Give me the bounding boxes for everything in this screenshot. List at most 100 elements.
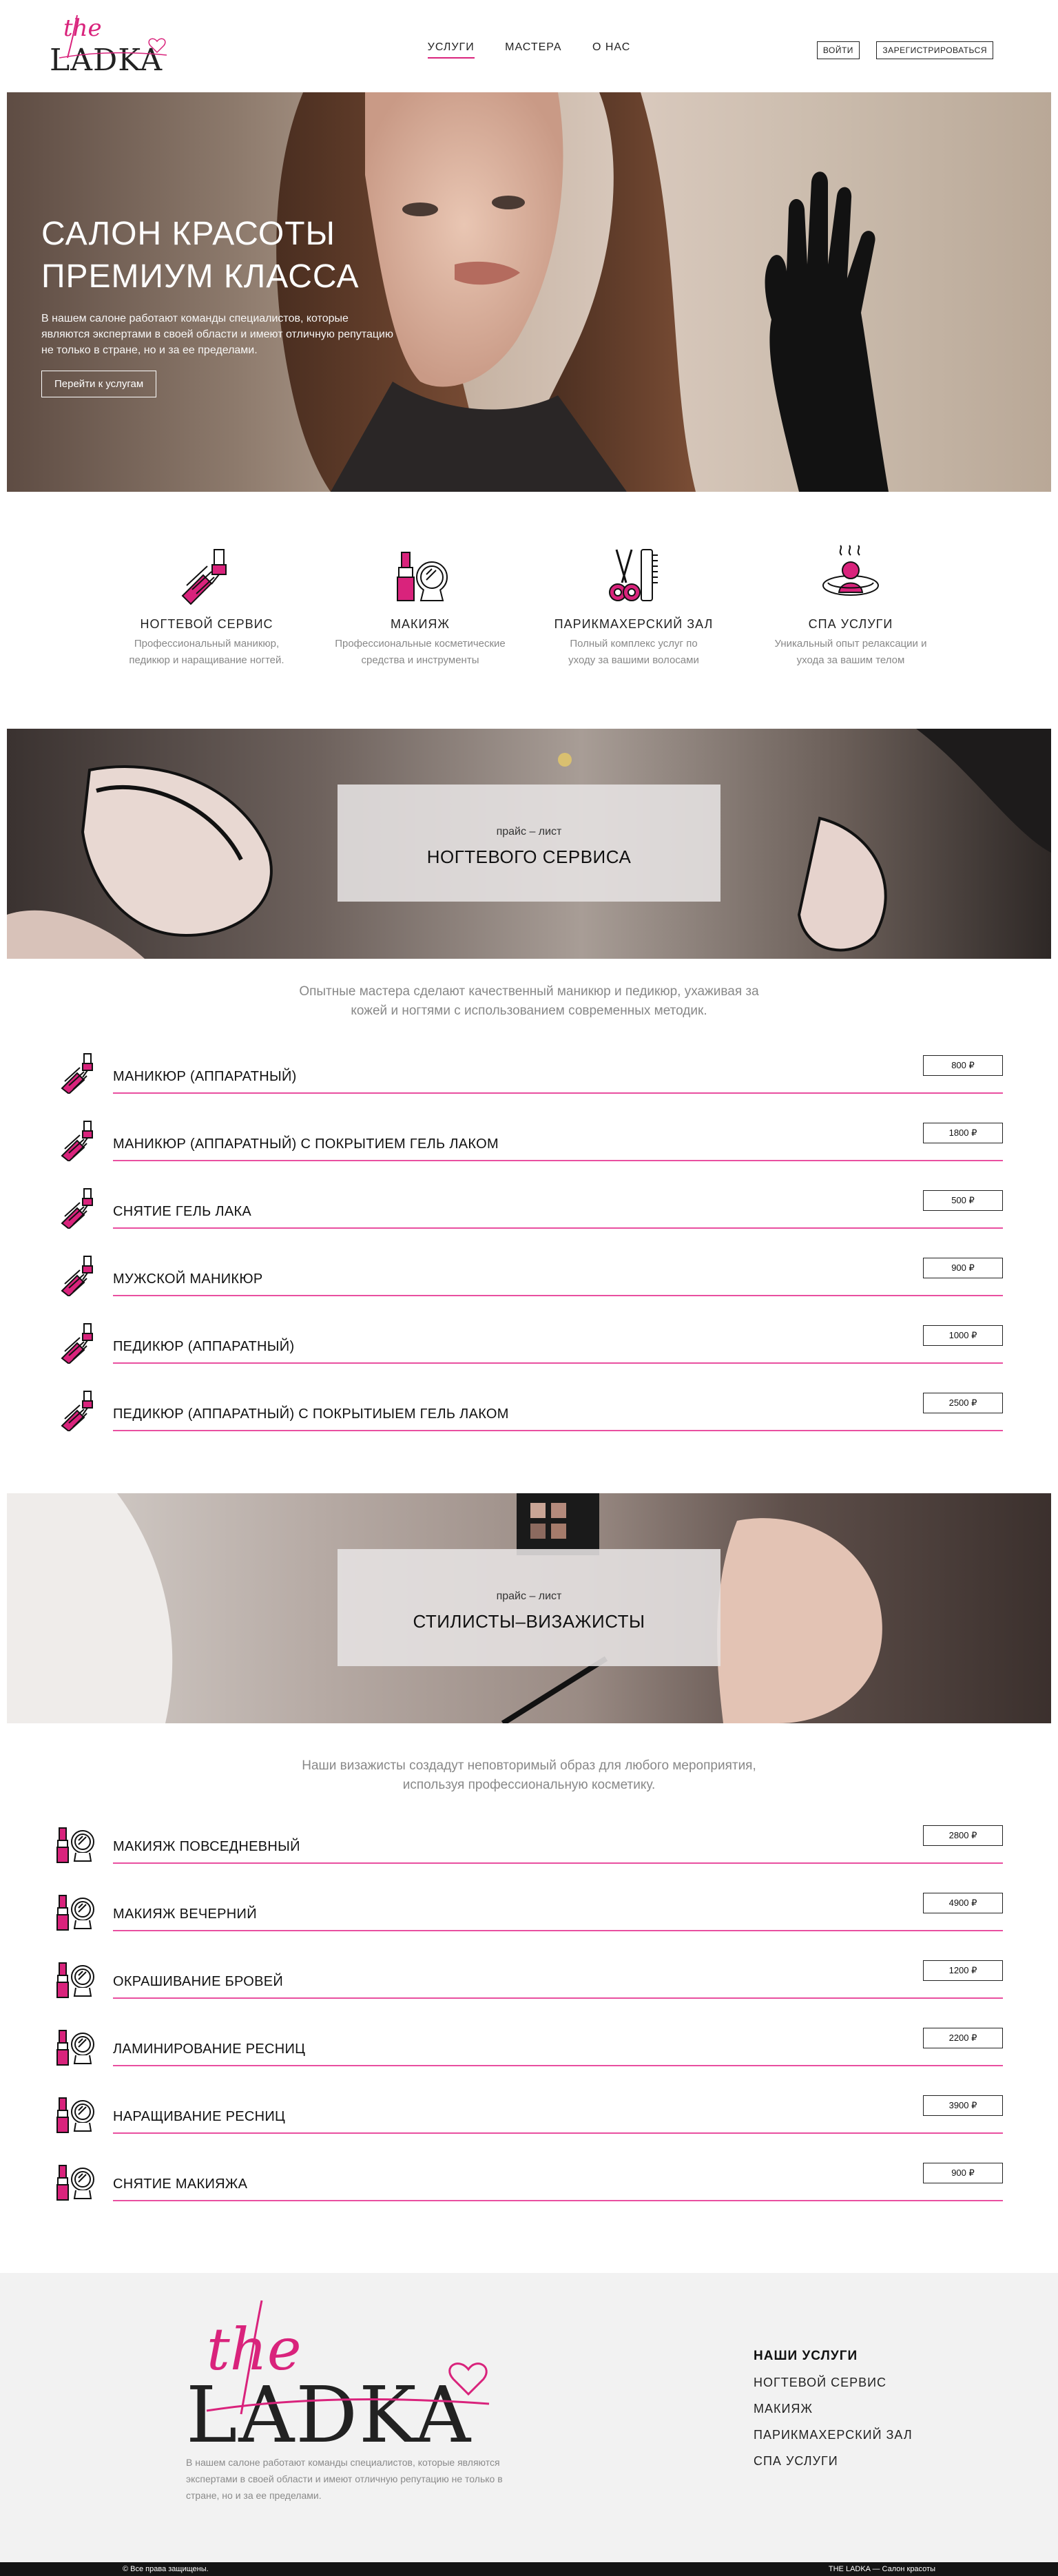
nail-polish-hand-icon <box>181 549 227 605</box>
price-row[interactable]: МАКИЯЖ ПОВСЕДНЕВНЫЙ 2800 ₽ <box>52 1811 1003 1879</box>
scissors-comb-icon <box>609 549 658 601</box>
row-divider <box>113 1160 1003 1161</box>
footer-logo-word: LADKA <box>186 2371 472 2452</box>
price-tag: 2500 ₽ <box>923 1393 1003 1413</box>
price-tag: 900 ₽ <box>923 2163 1003 2183</box>
footer-link-makeup[interactable]: МАКИЯЖ <box>754 2402 913 2416</box>
price-tag: 800 ₽ <box>923 1055 1003 1076</box>
price-tag: 4900 ₽ <box>923 1893 1003 1913</box>
footer-link-nails[interactable]: НОГТЕВОЙ СЕРВИС <box>754 2376 913 2390</box>
price-row[interactable]: ОКРАШИВАНИЕ БРОВЕЙ 1200 ₽ <box>52 1946 1003 2014</box>
row-divider <box>113 1997 1003 1999</box>
lipstick-mirror-icon <box>397 552 448 601</box>
copyright: © Все права защищены. <box>123 2565 209 2573</box>
price-row[interactable]: НАРАЩИВАНИЕ РЕСНИЦ 3900 ₽ <box>52 2081 1003 2149</box>
service-desc-line: Профессиональный маникюр, <box>134 638 280 650</box>
price-tag: 3900 ₽ <box>923 2095 1003 2116</box>
price-tag: 1200 ₽ <box>923 1960 1003 1981</box>
service-desc-line: ухода за вашим телом <box>796 654 905 666</box>
service-card-nails[interactable]: НОГТЕВОЙ СЕРВИС Профессиональный маникюр… <box>117 544 296 669</box>
makeup-price-list: МАКИЯЖ ПОВСЕДНЕВНЫЙ 2800 ₽ МАКИЯЖ ВЕЧЕРНИЙ… <box>52 1811 1003 2216</box>
row-divider <box>113 1930 1003 1931</box>
makeup-intro: Наши визажисты создадут неповторимый обр… <box>0 1756 1058 1795</box>
page: the LADKA УСЛУГИ МАСТЕРА О НАС ВОЙТИ ЗАР… <box>0 0 1058 2576</box>
row-divider <box>113 1862 1003 1864</box>
price-tag: 1000 ₽ <box>923 1325 1003 1346</box>
service-card-spa[interactable]: СПА УСЛУГИ Уникальный опыт релаксации и … <box>761 544 940 669</box>
hero-text: САЛОН КРАСОТЫ ПРЕМИУМ КЛАССА В нашем сал… <box>41 213 427 397</box>
price-tag: 2200 ₽ <box>923 2028 1003 2048</box>
row-divider <box>113 1430 1003 1431</box>
price-tag: 500 ₽ <box>923 1190 1003 1211</box>
service-desc-line: уходу за вашими волосами <box>568 654 699 666</box>
footer-brand-logo[interactable]: the LADKA <box>186 2294 503 2452</box>
banner-title: НОГТЕВОГО СЕРВИСА <box>426 846 632 867</box>
nav-item-masters[interactable]: МАСТЕРА <box>505 41 561 57</box>
price-row[interactable]: СНЯТИЕ ГЕЛЬ ЛАКА 500 ₽ <box>52 1176 1003 1244</box>
service-name: СНЯТИЕ МАКИЯЖА <box>113 2177 248 2192</box>
service-card-makeup[interactable]: МАКИЯЖ Профессиональные косметические ср… <box>331 544 510 669</box>
service-name: ПЕДИКЮР (АППАРАТНЫЙ) <box>113 1339 295 1354</box>
price-row[interactable]: СНЯТИЕ МАКИЯЖА 900 ₽ <box>52 2149 1003 2216</box>
intro-line: кожей и ногтями с использованием совреме… <box>351 1004 707 1018</box>
service-title: ПАРИКМАХЕРСКИЙ ЗАЛ <box>554 617 714 631</box>
service-name: МУЖСКОЙ МАНИКЮР <box>113 1271 263 1287</box>
nails-intro: Опытные мастера сделают качественный ман… <box>0 982 1058 1021</box>
nails-banner-box: прайс – лист НОГТЕВОГО СЕРВИСА <box>338 785 720 902</box>
price-row[interactable]: МАНИКЮР (АППАРАТНЫЙ) С ПОКРЫТИЕМ ГЕЛЬ ЛА… <box>52 1109 1003 1176</box>
hero-title: САЛОН КРАСОТЫ ПРЕМИУМ КЛАССА <box>41 213 427 298</box>
service-name: МАКИЯЖ ПОВСЕДНЕВНЫЙ <box>113 1839 300 1854</box>
footer-link-hair[interactable]: ПАРИКМАХЕРСКИЙ ЗАЛ <box>754 2428 913 2442</box>
lipstick-mirror-icon <box>56 1822 98 1867</box>
service-description: Профессиональные косметические средства … <box>331 636 510 669</box>
lipstick-mirror-icon <box>56 1890 98 1935</box>
register-button[interactable]: ЗАРЕГИСТРИРОВАТЬСЯ <box>876 41 993 59</box>
lipstick-mirror-icon <box>56 2160 98 2205</box>
service-description: Полный комплекс услуг по уходу за вашими… <box>544 636 723 669</box>
hero-banner: САЛОН КРАСОТЫ ПРЕМИУМ КЛАССА В нашем сал… <box>7 92 1051 492</box>
footer-description: В нашем салоне работают команды специали… <box>186 2457 503 2501</box>
nav-item-services[interactable]: УСЛУГИ <box>427 41 475 59</box>
service-desc-line: Полный комплекс услуг по <box>570 638 698 650</box>
footer-nav: НАШИ УСЛУГИ НОГТЕВОЙ СЕРВИС МАКИЯЖ ПАРИК… <box>754 2349 913 2469</box>
intro-line: Наши визажисты создадут неповторимый обр… <box>302 1758 756 1773</box>
nail-polish-hand-icon <box>56 1390 98 1435</box>
price-tag: 900 ₽ <box>923 1258 1003 1278</box>
service-title: МАКИЯЖ <box>390 617 450 631</box>
hero-title-line-1: САЛОН КРАСОТЫ <box>41 216 335 252</box>
service-desc-line: Профессиональные косметические <box>335 638 506 650</box>
nail-polish-hand-icon <box>56 1120 98 1165</box>
services-section: НОГТЕВОЙ СЕРВИС Профессиональный маникюр… <box>0 544 1058 682</box>
service-desc-line: педикюр и наращивание ногтей. <box>129 654 284 666</box>
spa-person-icon <box>822 545 879 596</box>
service-name: МАНИКЮР (АППАРАТНЫЙ) <box>113 1069 297 1084</box>
service-name: МАКИЯЖ ВЕЧЕРНИЙ <box>113 1907 257 1922</box>
footer-nav-title: НАШИ УСЛУГИ <box>754 2349 858 2363</box>
login-button[interactable]: ВОЙТИ <box>816 41 860 59</box>
service-card-hair[interactable]: ПАРИКМАХЕРСКИЙ ЗАЛ Полный комплекс услуг… <box>544 544 723 669</box>
price-row[interactable]: МАНИКЮР (АППАРАТНЫЙ) 800 ₽ <box>52 1041 1003 1109</box>
service-desc-line: средства и инструменты <box>361 654 479 666</box>
price-row[interactable]: ЛАМИНИРОВАНИЕ РЕСНИЦ 2200 ₽ <box>52 2014 1003 2081</box>
service-name: НАРАЩИВАНИЕ РЕСНИЦ <box>113 2109 286 2124</box>
go-to-services-button[interactable]: Перейти к услугам <box>41 371 157 397</box>
price-row[interactable]: МУЖСКОЙ МАНИКЮР 900 ₽ <box>52 1244 1003 1311</box>
price-row[interactable]: ПЕДИКЮР (АППАРАТНЫЙ) 1000 ₽ <box>52 1311 1003 1379</box>
price-row[interactable]: ПЕДИКЮР (АППАРАТНЫЙ) С ПОКРЫТИЫЕМ ГЕЛЬ Л… <box>52 1379 1003 1446</box>
lipstick-mirror-icon <box>56 1957 98 2002</box>
row-divider <box>113 1092 1003 1094</box>
auth-buttons: ВОЙТИ ЗАРЕГИСТРИРОВАТЬСЯ <box>803 41 993 59</box>
footer-link-spa[interactable]: СПА УСЛУГИ <box>754 2454 913 2469</box>
price-row[interactable]: МАКИЯЖ ВЕЧЕРНИЙ 4900 ₽ <box>52 1879 1003 1946</box>
intro-line: Опытные мастера сделают качественный ман… <box>299 984 759 999</box>
makeup-banner: прайс – лист СТИЛИСТЫ–ВИЗАЖИСТЫ <box>7 1493 1051 1723</box>
service-desc-line: Уникальный опыт релаксации и <box>774 638 927 650</box>
nail-polish-hand-icon <box>56 1322 98 1367</box>
banner-title: СТИЛИСТЫ–ВИЗАЖИСТЫ <box>413 1611 645 1632</box>
service-description: Уникальный опыт релаксации и ухода за ва… <box>761 636 940 669</box>
price-tag: 2800 ₽ <box>923 1825 1003 1846</box>
bottom-bar: © Все права защищены. THE LADKA — Салон … <box>0 2562 1058 2576</box>
nav-item-about[interactable]: О НАС <box>592 41 630 57</box>
intro-line: используя профессиональную косметику. <box>402 1778 656 1792</box>
row-divider <box>113 2200 1003 2201</box>
